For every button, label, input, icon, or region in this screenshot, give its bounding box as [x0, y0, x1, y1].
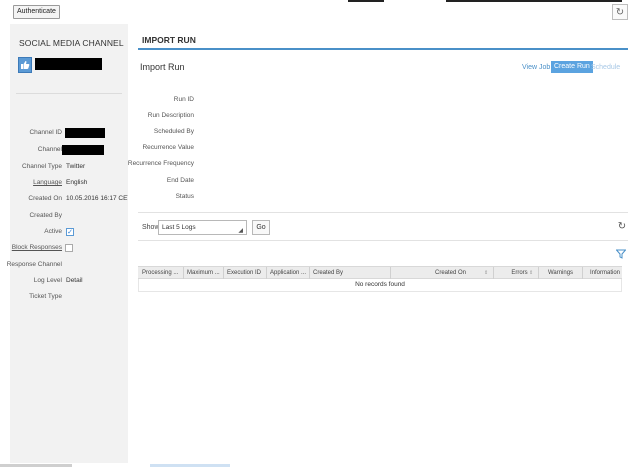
logs-select[interactable]: Last 5 Logs ◢	[158, 220, 247, 235]
section-title: Import Run	[140, 62, 185, 72]
section-divider	[138, 240, 628, 241]
sidebar-title: SOCIAL MEDIA CHANNEL	[19, 38, 124, 48]
table-header: Processing ... Maximum ... Execution ID …	[138, 266, 622, 279]
log-level-label: Log Level	[33, 277, 62, 284]
active-label: Active	[44, 228, 62, 235]
redacted-channel-id	[65, 128, 105, 138]
run-description-label: Run Description	[147, 112, 194, 119]
filter-icon[interactable]	[616, 249, 626, 259]
authenticate-button[interactable]: Authenticate	[13, 5, 60, 19]
sidebar-divider	[16, 93, 122, 94]
refresh-icon[interactable]: ↻	[612, 4, 628, 20]
created-on-value: 10.05.2016 16:17 CET	[66, 195, 132, 202]
active-checkbox[interactable]: ✓	[66, 228, 74, 236]
logs-select-value: Last 5 Logs	[162, 224, 196, 231]
sort-icon[interactable]: ⇕	[484, 267, 488, 279]
column-information[interactable]: Information	[582, 267, 622, 279]
ticket-type-label: Ticket Type	[29, 293, 62, 300]
create-run-button[interactable]: Create Run	[551, 61, 593, 73]
top-edge-mark	[348, 0, 384, 2]
logs-table: Processing ... Maximum ... Execution ID …	[138, 266, 622, 292]
channel-id-row: Channel ID	[10, 128, 62, 138]
created-on-label: Created On	[28, 195, 62, 202]
recurrence-frequency-label: Recurrence Frequency	[127, 160, 194, 167]
status-label: Status	[175, 193, 194, 200]
end-date-label: End Date	[166, 177, 194, 184]
redacted-channel	[62, 145, 104, 155]
top-bar: Authenticate ↻	[0, 0, 636, 24]
log-level-value: Detail	[66, 277, 83, 284]
block-responses-checkbox[interactable]	[65, 244, 73, 252]
created-by-label: Created By	[29, 212, 62, 219]
language-value-wrap: English	[62, 178, 122, 188]
column-warnings[interactable]: Warnings	[538, 267, 582, 279]
tab-import-run[interactable]: IMPORT RUN	[142, 35, 196, 45]
chevron-down-icon: ◢	[238, 228, 243, 234]
language-value: English	[66, 179, 88, 186]
main-panel: IMPORT RUN Import Run View Job Create Ru…	[128, 24, 628, 464]
log-level-value-wrap: Detail	[62, 276, 102, 286]
active-row: Active	[10, 227, 62, 237]
redacted-channel-name	[35, 58, 102, 70]
recurrence-value-label: Recurrence Value	[142, 144, 194, 151]
empty-message: No records found	[355, 281, 405, 288]
top-edge-mark	[446, 0, 622, 2]
created-on-value-wrap: 10.05.2016 16:17 CET	[62, 194, 132, 204]
refresh-icon[interactable]: ↻	[616, 221, 628, 233]
ticket-type-row: Ticket Type	[10, 292, 62, 302]
response-channel-label: Response Channel	[6, 261, 62, 268]
column-processing[interactable]: Processing ...	[142, 267, 182, 279]
language-label[interactable]: Language	[33, 178, 62, 188]
channel-type-row: Channel Type	[10, 162, 62, 172]
column-execution-id[interactable]: Execution ID	[223, 267, 265, 279]
section-divider	[138, 212, 628, 213]
run-id-label: Run ID	[173, 96, 194, 103]
show-label: Show	[142, 224, 160, 231]
column-maximum[interactable]: Maximum ...	[183, 267, 225, 279]
channel-id-label: Channel ID	[29, 129, 62, 136]
channel-label: Channel	[37, 146, 62, 153]
language-row: Language	[10, 178, 62, 188]
column-application[interactable]: Application ...	[266, 267, 308, 279]
created-by-row: Created By	[10, 211, 62, 221]
bottom-strip	[0, 463, 636, 468]
go-button[interactable]: Go	[252, 220, 270, 235]
column-created-by[interactable]: Created By	[309, 267, 389, 279]
scrollbar-thumb[interactable]	[150, 464, 230, 467]
block-responses-label[interactable]: Block Responses	[12, 243, 62, 253]
response-channel-row: Response Channel	[6, 260, 62, 270]
channel-type-value-wrap: Twitter	[62, 162, 122, 172]
channel-row: Channel	[10, 145, 62, 155]
page-edge	[628, 24, 636, 464]
table-body: No records found	[138, 279, 622, 292]
view-job-button[interactable]: View Job	[522, 62, 550, 73]
scrollbar-left[interactable]	[0, 464, 72, 467]
tab-underline	[138, 48, 628, 50]
scheduled-by-label: Scheduled By	[153, 128, 194, 135]
channel-type-value: Twitter	[66, 163, 86, 170]
channel-sidebar: SOCIAL MEDIA CHANNEL Channel ID Channel …	[6, 24, 132, 464]
log-level-row: Log Level	[10, 276, 62, 286]
block-responses-row: Block Responses	[10, 243, 62, 253]
channel-type-label: Channel Type	[22, 163, 62, 170]
sort-icon[interactable]: ⇕	[529, 267, 533, 279]
thumbs-up-icon	[18, 57, 32, 73]
created-on-row: Created On	[10, 194, 62, 204]
schedule-button[interactable]: Schedule	[591, 62, 620, 73]
